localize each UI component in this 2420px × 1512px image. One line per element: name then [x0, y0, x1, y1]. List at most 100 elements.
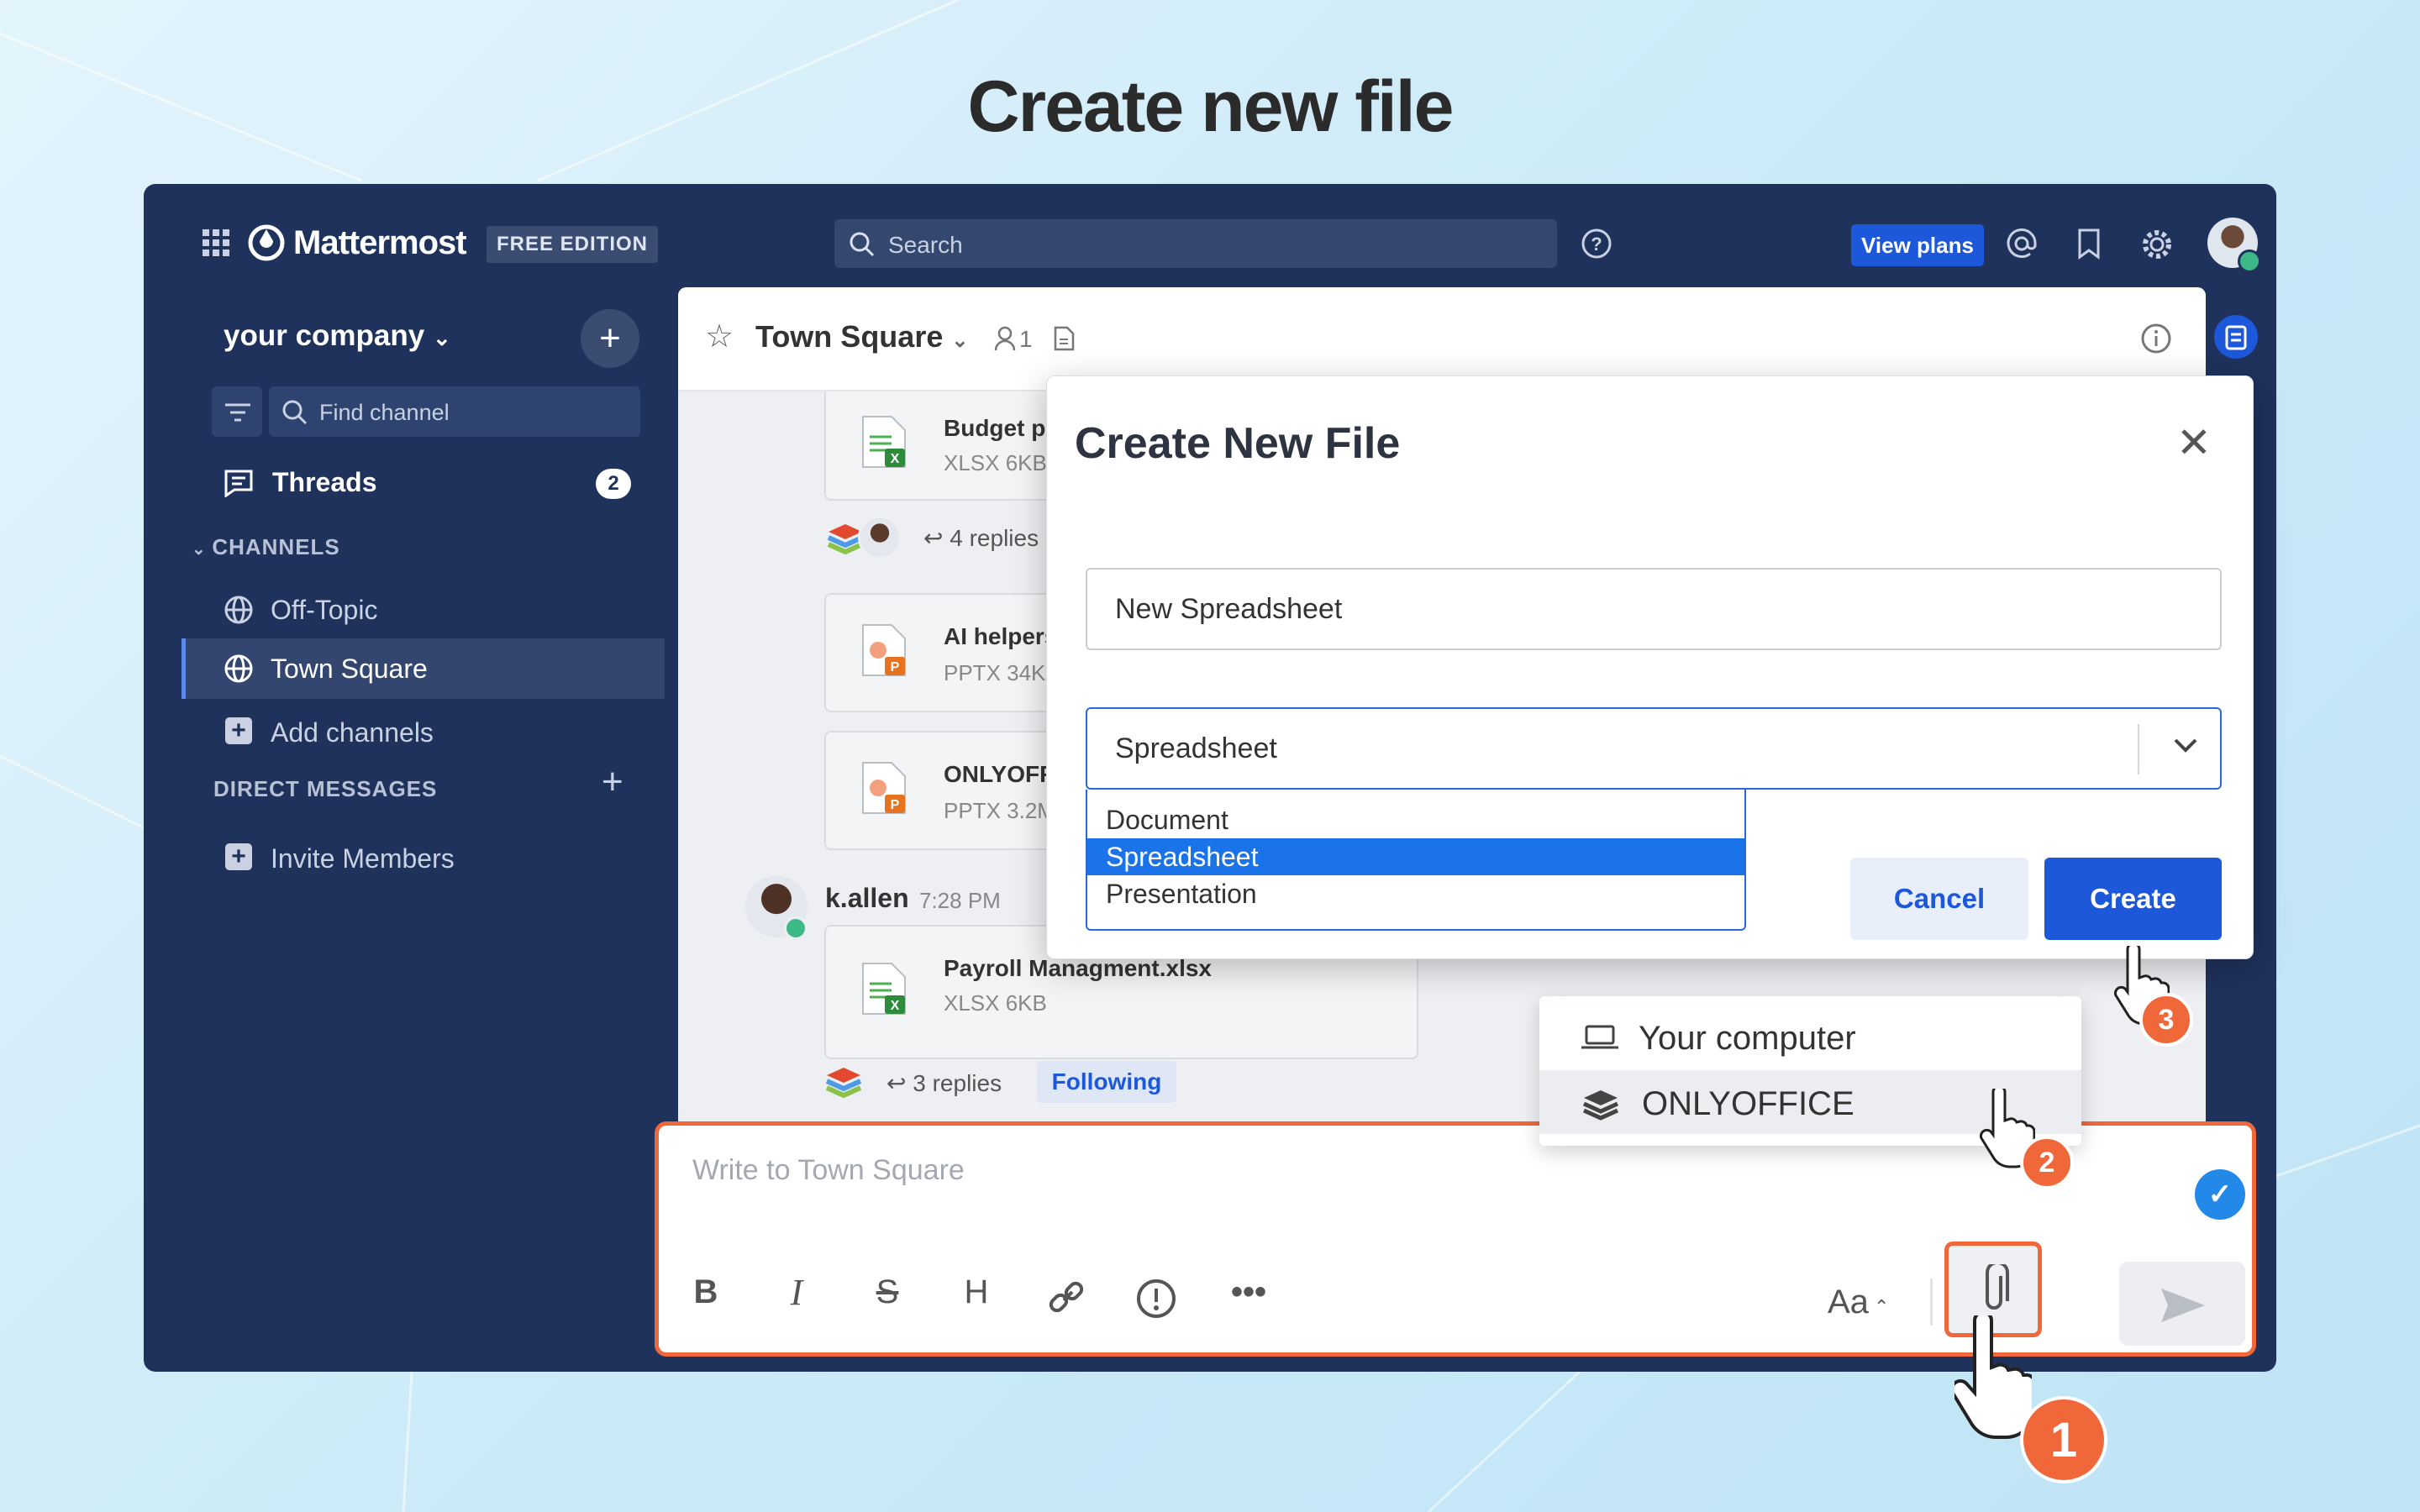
priority-icon[interactable]	[1136, 1278, 1176, 1319]
add-dm-plus-icon[interactable]: +	[602, 761, 623, 803]
send-button[interactable]	[2119, 1262, 2245, 1346]
file-name: ONLYOFF	[944, 761, 1055, 787]
send-arrow-icon	[2161, 1289, 2205, 1322]
svg-text:X: X	[891, 999, 900, 1013]
sidebar-item-threads[interactable]: Threads 2	[182, 454, 665, 511]
direct-messages-header[interactable]: DIRECT MESSAGES	[213, 776, 437, 802]
member-icon[interactable]	[994, 326, 1016, 351]
add-plus-icon[interactable]: +	[581, 309, 639, 368]
file-meta: PPTX 34K	[944, 660, 1046, 685]
link-icon[interactable]	[1047, 1278, 1086, 1317]
add-channels-button[interactable]: + Add channels	[182, 702, 665, 761]
bold-icon[interactable]: B	[682, 1268, 729, 1315]
checkmark-icon[interactable]: ✓	[2195, 1169, 2245, 1220]
sidebar: your company ⌄ + Find channel Threads 2 …	[182, 286, 665, 1341]
step-badge: 3	[2139, 993, 2193, 1047]
product-menu-icon[interactable]	[203, 229, 229, 256]
file-meta: PPTX 3.2M	[944, 798, 1055, 823]
option-presentation[interactable]: Presentation	[1087, 875, 1744, 912]
file-type-select[interactable]: Spreadsheet	[1086, 707, 2222, 790]
search-bar[interactable]: Search	[834, 219, 1557, 268]
threads-icon	[224, 470, 253, 497]
file-type-value: Spreadsheet	[1115, 732, 1277, 764]
more-options-icon[interactable]: •••	[1225, 1268, 1272, 1315]
pptx-file-icon: P	[862, 762, 906, 814]
option-document[interactable]: Document	[1087, 801, 1744, 838]
find-channel-placeholder: Find channel	[319, 400, 450, 425]
svg-text:P: P	[891, 798, 900, 812]
threads-label: Threads	[272, 467, 377, 497]
plus-square-icon: +	[225, 843, 252, 870]
chevron-down-icon: ⌄	[432, 325, 451, 350]
member-count: 1	[1019, 326, 1033, 352]
channel-label: Town Square	[271, 654, 428, 684]
cancel-button[interactable]: Cancel	[1850, 858, 2028, 940]
paperclip-icon	[1986, 1264, 2009, 1310]
file-name-value: New Spreadsheet	[1115, 592, 1343, 625]
team-name-label: your company	[224, 319, 425, 352]
file-meta: XLSX 6KB	[944, 990, 1047, 1016]
pptx-file-icon: P	[862, 624, 906, 676]
close-icon[interactable]: ✕	[2176, 418, 2212, 467]
divider	[1930, 1278, 1933, 1326]
step-badge: 2	[2020, 1136, 2074, 1189]
global-header: Mattermost FREE EDITION Search ? View pl…	[144, 184, 2276, 285]
chevron-down-icon	[2174, 738, 2197, 753]
post-author[interactable]: k.allen	[825, 883, 909, 914]
view-plans-button[interactable]: View plans	[1851, 224, 1984, 266]
channel-name[interactable]: Town Square ⌄	[755, 319, 968, 354]
create-button[interactable]: Create	[2044, 858, 2222, 940]
plus-square-icon: +	[225, 717, 252, 744]
settings-gear-icon[interactable]	[2140, 228, 2174, 261]
following-button[interactable]: Following	[1037, 1061, 1176, 1103]
filter-button[interactable]	[212, 386, 262, 437]
sidebar-item-off-topic[interactable]: Off-Topic	[182, 580, 665, 638]
option-spreadsheet[interactable]: Spreadsheet	[1087, 838, 1744, 875]
laptop-icon	[1581, 1025, 1618, 1049]
channel-info-icon[interactable]	[2140, 323, 2172, 354]
strikethrough-icon[interactable]: S	[864, 1268, 911, 1315]
replies-label: 4 replies	[950, 525, 1039, 551]
channel-name-label: Town Square	[755, 319, 944, 354]
help-icon[interactable]: ?	[1581, 228, 1612, 260]
favorite-star-icon[interactable]: ☆	[705, 318, 734, 355]
edition-badge: FREE EDITION	[487, 226, 659, 263]
sidebar-item-town-square[interactable]: Town Square	[182, 638, 665, 699]
find-channel-input[interactable]: Find channel	[269, 386, 640, 437]
filter-icon	[225, 403, 250, 422]
file-type-options: Document Spreadsheet Presentation	[1086, 790, 1746, 931]
chevron-down-icon: ⌄	[951, 329, 969, 352]
invite-members-button[interactable]: + Invite Members	[182, 828, 665, 887]
replies-label: 3 replies	[913, 1070, 1002, 1096]
post-time[interactable]: 7:28 PM	[919, 888, 1001, 914]
formatting-toggle[interactable]: Aa ⌃	[1828, 1284, 1889, 1321]
xlsx-file-icon: X	[862, 416, 906, 468]
svg-text:?: ?	[1591, 234, 1602, 255]
replies-link[interactable]: ↩ 3 replies	[886, 1069, 1002, 1097]
file-name: AI helpers	[944, 623, 1058, 649]
channel-label: Off-Topic	[271, 595, 378, 625]
message-input[interactable]: Write to Town Square	[692, 1154, 965, 1187]
heading-icon[interactable]: H	[953, 1268, 1000, 1315]
file-name-input[interactable]: New Spreadsheet	[1086, 568, 2222, 650]
dialog-title: Create New File	[1075, 419, 1401, 468]
select-divider	[2138, 724, 2139, 774]
saved-messages-icon[interactable]	[2075, 228, 2103, 260]
search-icon	[282, 400, 308, 425]
clipboard-app-icon[interactable]	[2214, 315, 2258, 359]
replies-link[interactable]: ↩ 4 replies	[923, 524, 1039, 552]
svg-text:X: X	[891, 452, 900, 466]
file-meta: XLSX 6KB	[944, 450, 1047, 475]
menu-item-your-computer[interactable]: Your computer	[1539, 1005, 2081, 1065]
team-name[interactable]: your company ⌄	[224, 319, 451, 353]
pinned-files-icon[interactable]	[1053, 326, 1075, 351]
chevron-down-icon: ⌄	[192, 540, 213, 559]
mentions-icon[interactable]	[2006, 228, 2038, 260]
menu-item-label: Your computer	[1639, 1020, 1856, 1057]
page-title: Create new file	[967, 66, 1455, 147]
mattermost-logo-icon	[248, 224, 285, 261]
onlyoffice-layers-icon	[825, 1068, 862, 1099]
italic-icon[interactable]: I	[773, 1268, 820, 1315]
menu-item-label: ONLYOFFICE	[1642, 1085, 1854, 1122]
channels-header[interactable]: ⌄ CHANNELS	[192, 534, 340, 560]
